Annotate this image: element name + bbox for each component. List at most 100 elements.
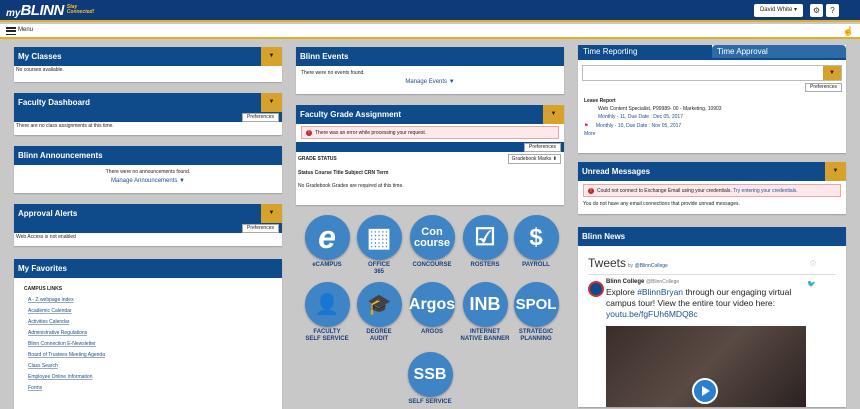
- coins-icon: $: [513, 215, 559, 260]
- error-icon: !: [588, 187, 594, 194]
- question-icon[interactable]: ?: [826, 4, 839, 17]
- tile-rosters[interactable]: ☑ ROSTERS: [459, 215, 511, 269]
- events-panel: Blinn Events There were no events found.…: [296, 47, 564, 94]
- ssb-icon: SSB: [407, 352, 453, 397]
- argos-icon: Argos: [409, 282, 455, 327]
- tweet-video[interactable]: [606, 326, 806, 407]
- tweets-by: by: [627, 263, 633, 269]
- hamburger-icon[interactable]: [6, 27, 16, 36]
- announcements-empty: There were no announcements found.: [105, 169, 191, 175]
- leave-entry-link[interactable]: Monthly - 10, Due Date : Nov 05, 2017: [590, 123, 681, 129]
- tile-label: ARGOS: [420, 329, 443, 335]
- favorite-link[interactable]: Class Search: [28, 363, 282, 369]
- tile-strategic-planning[interactable]: SPOL STRATEGIC PLANNING: [510, 282, 562, 343]
- error-icon: !: [306, 129, 312, 136]
- tab-time-reporting[interactable]: Time Reporting: [578, 45, 712, 58]
- ecampus-icon: e: [304, 215, 350, 260]
- menu-label[interactable]: Menu: [18, 27, 33, 33]
- tile-payroll[interactable]: $ PAYROLL: [510, 215, 562, 269]
- favorites-title: My Favorites: [18, 264, 67, 273]
- favorite-link[interactable]: Academic Calendar: [28, 308, 282, 314]
- favorite-link[interactable]: Activities Calendar: [28, 319, 282, 325]
- play-icon[interactable]: [692, 378, 718, 404]
- tile-argos[interactable]: Argos ARGOS: [406, 282, 458, 336]
- unread-error-alert: ! Could not connect to Exchange Email usi…: [583, 184, 841, 197]
- preferences-button[interactable]: Preferences: [242, 224, 279, 233]
- tweet-text: Explore #BlinnBryan through our engaging…: [606, 287, 792, 319]
- twitter-handle-link[interactable]: @BlinnCollege: [635, 263, 668, 269]
- tile-label: OFFICE: [368, 262, 390, 268]
- tile-label: INTERNET: [470, 329, 500, 335]
- logo-my: my: [6, 8, 21, 19]
- tweet-url-link[interactable]: youtu.be/fgFUh6MDQ8c: [606, 309, 698, 319]
- concourse-icon: Con course: [409, 215, 455, 260]
- hand-cursor-icon[interactable]: ☝: [843, 26, 854, 37]
- more-link[interactable]: More: [578, 129, 846, 139]
- unread-text: You do not have any email connections th…: [583, 201, 740, 207]
- chevron-down-icon[interactable]: ▼: [261, 93, 282, 112]
- faculty-dashboard-empty: There are no class assignments at this t…: [16, 123, 114, 129]
- events-empty: There were no events found.: [301, 70, 365, 76]
- tile-self-service[interactable]: SSB SELF SERVICE: [404, 352, 456, 406]
- unread-messages-title: Unread Messages: [582, 167, 651, 176]
- tile-concourse[interactable]: Con course CONCOURSE: [406, 215, 458, 269]
- manage-events-link[interactable]: Manage Events ▼: [296, 79, 564, 85]
- preferences-button[interactable]: Preferences: [805, 83, 842, 92]
- tile-label: STRATEGIC: [518, 329, 554, 335]
- approval-alerts-title: Approval Alerts: [18, 209, 78, 218]
- twitter-bird-icon[interactable]: 🐦: [807, 280, 816, 288]
- manage-announcements-link[interactable]: Manage Announcements ▼: [14, 178, 282, 184]
- spol-icon: SPOL: [513, 282, 559, 327]
- favorite-link[interactable]: A - Z webpage index: [28, 297, 282, 303]
- tab-time-approval[interactable]: Time Approval: [712, 45, 846, 58]
- events-title: Blinn Events: [300, 52, 349, 61]
- tile-degree-audit[interactable]: 🎓 DEGREE AUDIT: [353, 282, 405, 343]
- info-icon[interactable]: ⓘ: [810, 259, 816, 268]
- favorites-panel: My Favorites CAMPUS LINKS A - Z webpage …: [14, 259, 282, 409]
- tile-office-365[interactable]: ▦ OFFICE 365: [353, 215, 405, 276]
- grade-empty: No Gradebook Grades are required at this…: [298, 183, 404, 189]
- tile-internet-native-banner[interactable]: INB INTERNET NATIVE BANNER: [459, 282, 511, 343]
- grade-status-label: GRADE STATUS: [298, 156, 337, 162]
- gradebook-marks-select[interactable]: Gradebook Marks ⬍: [507, 154, 561, 164]
- tile-label: AUDIT: [369, 336, 389, 342]
- avatar[interactable]: [588, 281, 604, 297]
- preferences-button[interactable]: Preferences: [524, 143, 561, 152]
- chevron-down-icon[interactable]: ▼: [261, 47, 282, 66]
- tweet-author-handle[interactable]: @BlinnCollege: [646, 279, 679, 285]
- leave-detail: Web Content Specialist, P99989- 00 - Mar…: [598, 106, 722, 112]
- tile-label: CONCOURSE: [412, 262, 452, 268]
- preferences-button[interactable]: Preferences: [242, 113, 279, 122]
- top-bar: my BLINN Stay Connected! David White ▾ ⚙ …: [0, 0, 860, 22]
- tile-label: SELF SERVICE: [305, 336, 349, 342]
- tile-ecampus[interactable]: e eCAMPUS: [301, 215, 353, 269]
- favorite-link[interactable]: Employee Online Information: [28, 374, 282, 380]
- tweet-author[interactable]: Blinn College: [606, 279, 644, 285]
- user-menu[interactable]: David White ▾: [753, 4, 803, 17]
- leave-entry-link[interactable]: Monthly - 11, Due Date : Dec 05, 2017: [578, 112, 846, 120]
- favorite-link[interactable]: Administrative Regulations: [28, 330, 282, 336]
- chevron-down-icon[interactable]: ▼: [825, 162, 846, 181]
- tweets-heading: Tweets: [588, 256, 627, 270]
- clipboard-icon: ☑: [462, 215, 508, 260]
- myblinn-logo[interactable]: my BLINN Stay Connected!: [6, 2, 94, 19]
- favorite-link[interactable]: Board of Trustees Meeting Agenda: [28, 352, 282, 358]
- graduation-cap-icon: 🎓: [356, 282, 402, 327]
- inb-icon: INB: [462, 282, 508, 327]
- hashtag-link[interactable]: #BlinnBryan: [637, 287, 683, 297]
- logo-blinn: BLINN: [20, 2, 64, 19]
- chevron-down-icon[interactable]: ▼: [823, 66, 841, 80]
- enter-credentials-link[interactable]: Try entering your credentials.: [733, 188, 798, 194]
- tile-label: PLANNING: [520, 336, 552, 342]
- favorite-link[interactable]: Forms: [28, 385, 282, 391]
- tile-label: NATIVE BANNER: [460, 336, 510, 342]
- tile-faculty-self-service[interactable]: 👤 FACULTY SELF SERVICE: [301, 282, 353, 343]
- office-icon: ▦: [356, 215, 402, 260]
- tile-label: DEGREE: [366, 329, 392, 335]
- chevron-down-icon[interactable]: ▼: [261, 204, 282, 223]
- time-select[interactable]: ▼: [582, 65, 842, 81]
- gear-icon[interactable]: ⚙: [810, 4, 823, 17]
- announcements-panel: Blinn Announcements There were no announ…: [14, 146, 282, 193]
- chevron-down-icon[interactable]: ▼: [543, 105, 564, 124]
- favorite-link[interactable]: Blinn Connection E-Newsletter: [28, 341, 282, 347]
